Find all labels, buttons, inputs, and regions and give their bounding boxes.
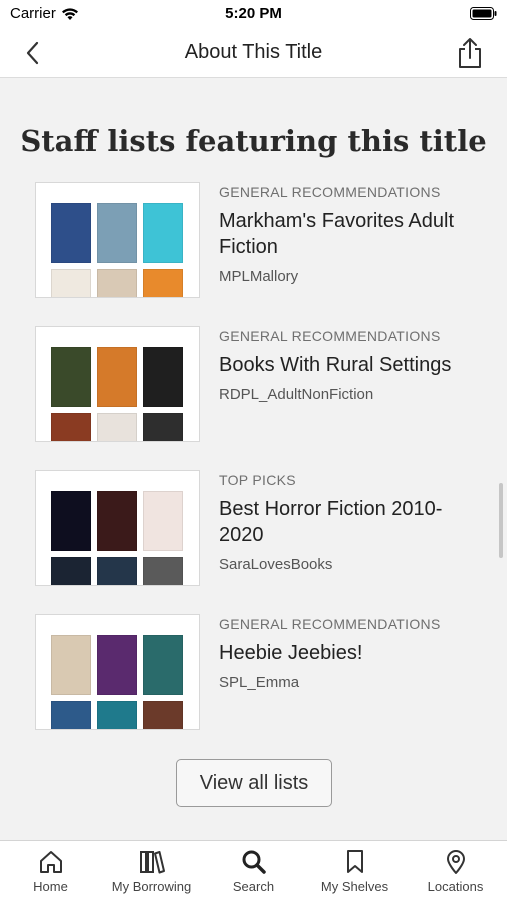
location-pin-icon [446,850,465,874]
battery-icon [470,7,497,20]
book-cover [51,269,91,297]
book-cover [51,413,91,441]
tab-label: My Shelves [320,879,389,894]
book-cover [143,635,183,695]
book-cover [143,701,183,729]
book-cover [97,635,137,695]
view-all-lists-button[interactable]: View all lists [176,759,332,807]
staff-list-item[interactable]: GENERAL RECOMMENDATIONS Books With Rural… [35,326,485,442]
tab-home[interactable]: Home [0,841,101,900]
book-cover [51,701,91,729]
staff-list-item[interactable]: GENERAL RECOMMENDATIONS Markham's Favori… [35,182,485,298]
book-cover [51,635,91,695]
book-cover [51,557,91,585]
tab-label: Locations [427,879,484,894]
bookmark-icon [346,850,363,873]
scroll-indicator [499,483,503,558]
book-cover [97,203,137,263]
section-heading: Staff lists featuring this title [20,124,487,158]
book-cover [97,413,137,441]
book-cover [97,557,137,585]
list-category: TOP PICKS [219,472,296,488]
clock: 5:20 PM [225,5,282,22]
book-cover [143,269,183,297]
tab-label: My Borrowing [111,879,192,894]
list-category: GENERAL RECOMMENDATIONS [219,616,441,632]
book-cover [51,203,91,263]
tab-search[interactable]: Search [203,841,304,900]
navigation-header: About This Title [0,28,507,78]
list-cover-collage [35,614,200,730]
book-cover [143,557,183,585]
list-cover-collage [35,470,200,586]
book-cover [97,347,137,407]
list-title[interactable]: Markham's Favorites Adult Fiction [219,208,485,260]
home-icon [39,851,62,873]
list-title[interactable]: Books With Rural Settings [219,352,485,378]
tab-my-borrowing[interactable]: My Borrowing [101,841,202,900]
book-cover [51,491,91,551]
book-cover [143,347,183,407]
tab-label: Home [33,879,68,894]
list-owner: RDPL_AdultNonFiction [219,386,374,403]
tab-bar: Home My Borrowing Search My Shelves Loca… [0,840,507,900]
book-cover [143,491,183,551]
book-cover [143,203,183,263]
list-owner: SPL_Emma [219,674,300,691]
share-icon[interactable] [455,37,485,69]
books-icon [139,851,165,874]
list-cover-collage [35,182,200,298]
tab-locations[interactable]: Locations [405,841,506,900]
staff-list-item[interactable]: TOP PICKS Best Horror Fiction 2010-2020 … [35,470,485,586]
book-cover [143,413,183,441]
tab-label: Search [232,879,275,894]
tab-my-shelves[interactable]: My Shelves [304,841,405,900]
staff-list-item[interactable]: GENERAL RECOMMENDATIONS Heebie Jeebies! … [35,614,485,730]
status-bar: Carrier 5:20 PM [0,0,507,28]
search-icon [242,850,266,874]
list-owner: SaraLovesBooks [219,556,333,573]
list-title[interactable]: Best Horror Fiction 2010-2020 [219,496,485,548]
list-owner: MPLMallory [219,268,299,285]
list-category: GENERAL RECOMMENDATIONS [219,184,441,200]
page-title: About This Title [184,41,323,63]
book-cover [97,491,137,551]
list-cover-collage [35,326,200,442]
list-title[interactable]: Heebie Jeebies! [219,640,485,666]
book-cover [97,701,137,729]
list-category: GENERAL RECOMMENDATIONS [219,328,441,344]
book-cover [97,269,137,297]
book-cover [51,347,91,407]
